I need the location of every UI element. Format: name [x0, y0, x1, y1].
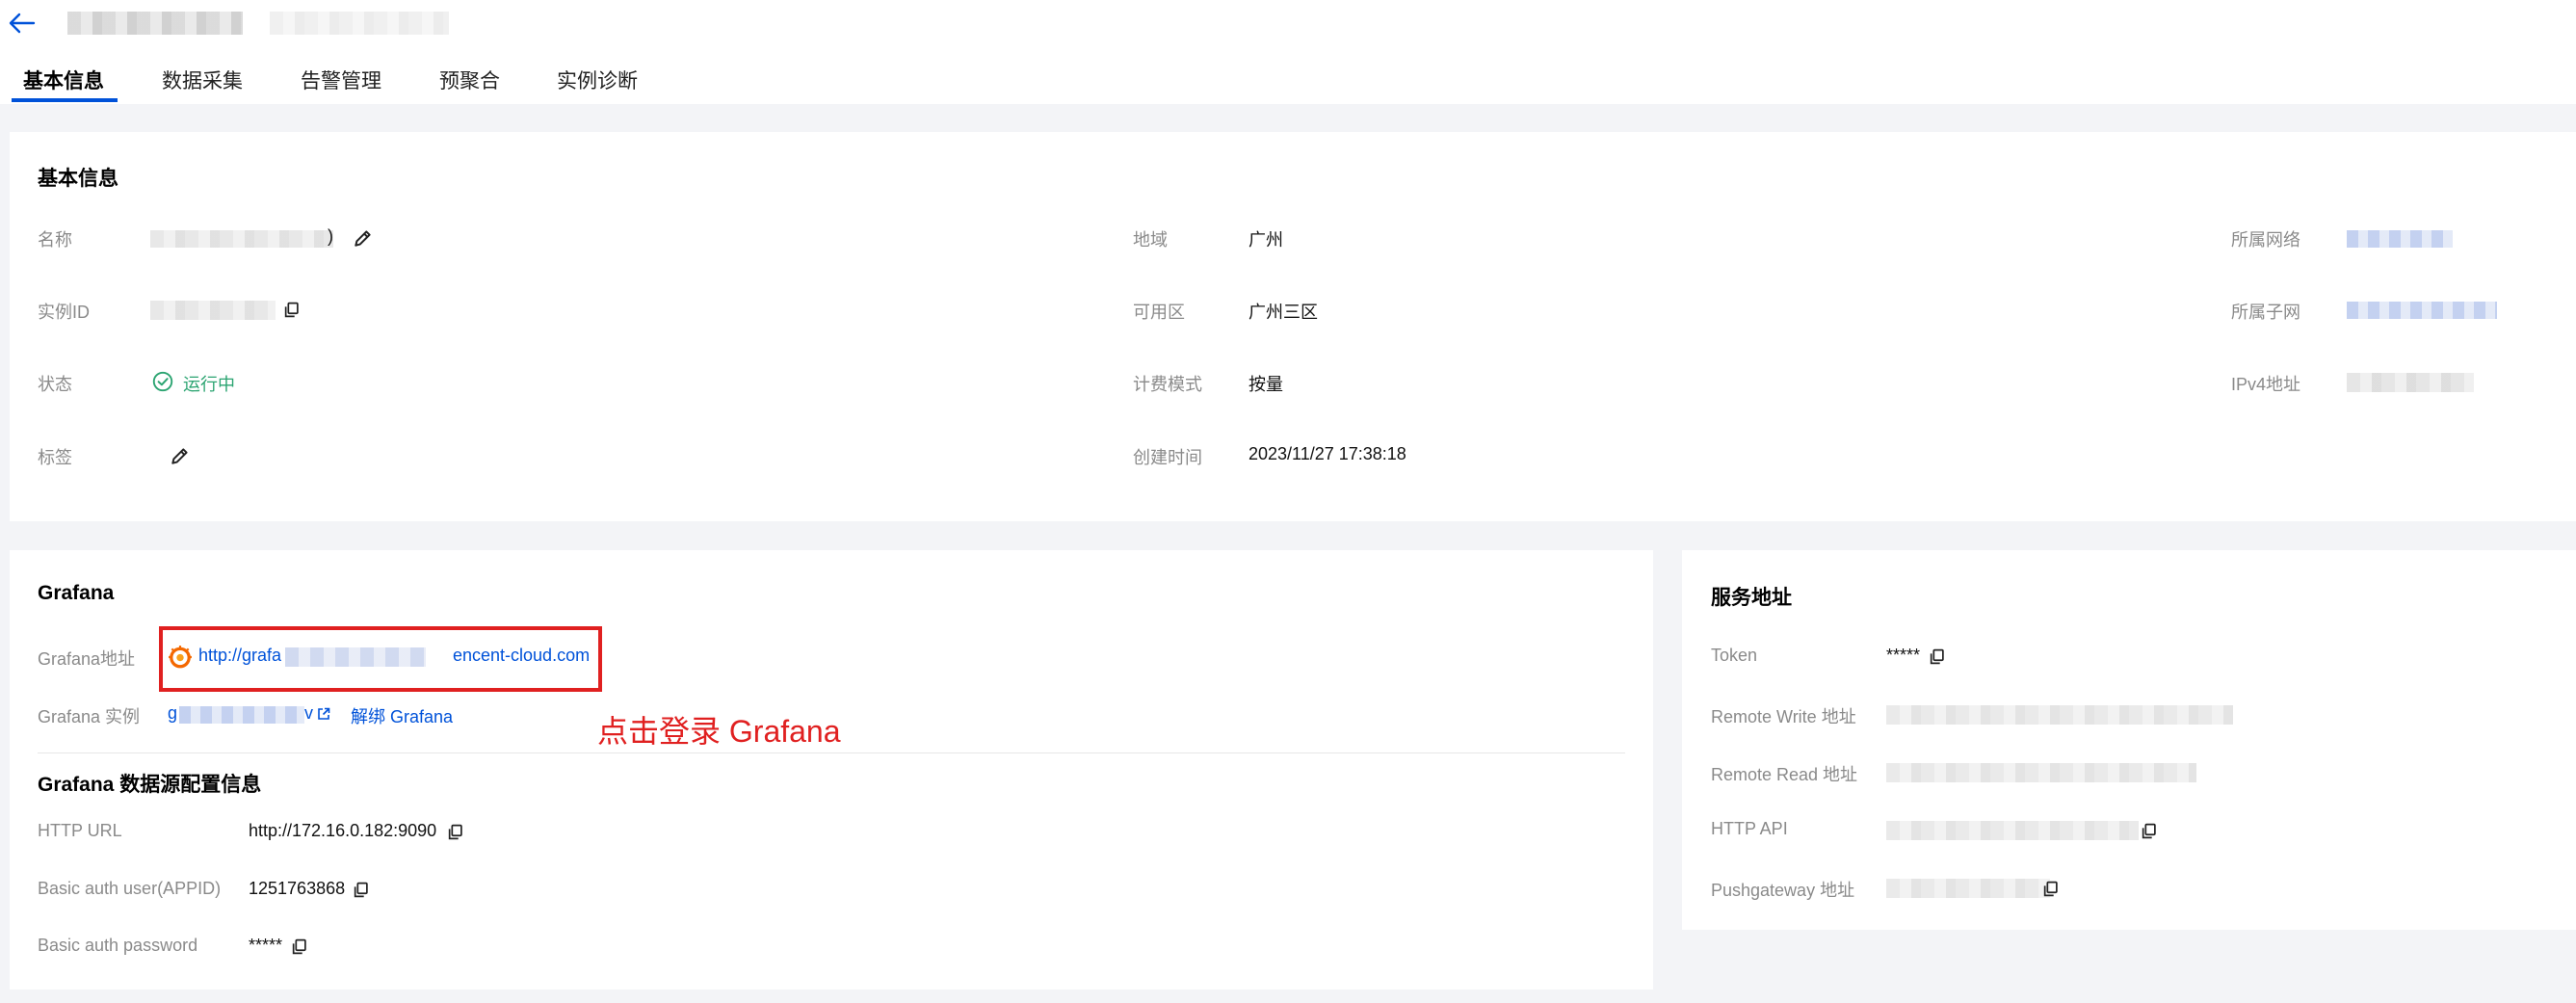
external-link-icon[interactable]: [316, 706, 331, 722]
tab-alert-management[interactable]: 告警管理: [301, 66, 381, 94]
instance-id-blurred: [270, 12, 449, 35]
basic-auth-user-value: 1251763868: [249, 879, 346, 898]
grafana-instance-label: Grafana 实例: [38, 707, 141, 726]
vpc-label: 所属网络: [2231, 230, 2300, 250]
vpc-value-blurred[interactable]: [2347, 230, 2453, 248]
name-value-suffix: ): [328, 226, 333, 246]
subnet-value-blurred[interactable]: [2347, 302, 2497, 319]
basic-auth-password-label: Basic auth password: [38, 936, 198, 955]
tab-basic-info[interactable]: 基本信息: [23, 66, 104, 94]
basic-info-card: 基本信息 名称 ) 实例ID 状态 运行中 标签 地域 广州 可用区 广州三区 …: [10, 132, 2576, 521]
tab-pre-aggregation[interactable]: 预聚合: [439, 66, 500, 94]
basic-info-title: 基本信息: [38, 168, 118, 190]
edit-name-icon[interactable]: [353, 227, 374, 249]
token-label: Token: [1711, 646, 1758, 665]
token-value: *****: [1886, 646, 1921, 665]
zone-label: 可用区: [1133, 303, 1185, 322]
tags-label: 标签: [38, 448, 72, 467]
grafana-instance-link-end[interactable]: v: [304, 703, 313, 724]
copy-http-api-icon[interactable]: [2141, 823, 2157, 839]
instance-id-value-blurred: [150, 301, 276, 320]
active-tab-indicator: [12, 98, 118, 102]
tab-instance-diagnosis[interactable]: 实例诊断: [557, 66, 638, 94]
grafana-datasource-title: Grafana 数据源配置信息: [38, 774, 262, 796]
status-running-icon: [152, 371, 173, 392]
region-value: 广州: [1249, 230, 1283, 250]
service-address-title: 服务地址: [1711, 587, 1792, 609]
status-value: 运行中: [183, 375, 235, 394]
unbind-grafana-link[interactable]: 解绑 Grafana: [351, 703, 453, 728]
zone-value: 广州三区: [1249, 303, 1318, 322]
grafana-card: Grafana Grafana地址 http://grafa encent-cl…: [10, 550, 1653, 990]
copy-basic-auth-password-icon[interactable]: [291, 938, 307, 955]
http-api-label: HTTP API: [1711, 819, 1788, 838]
top-bar: 基本信息 数据采集 告警管理 预聚合 实例诊断: [0, 0, 2576, 104]
billing-mode-value: 按量: [1249, 375, 1283, 394]
grafana-title: Grafana: [38, 582, 115, 604]
pushgateway-value-blurred: [1886, 879, 2050, 898]
grafana-instance-blurred[interactable]: [179, 706, 304, 724]
ipv4-label: IPv4地址: [2231, 375, 2301, 394]
name-label: 名称: [38, 230, 72, 250]
http-url-value: http://172.16.0.182:9090: [249, 821, 437, 840]
http-api-value-blurred: [1886, 821, 2139, 840]
grafana-address-label: Grafana地址: [38, 649, 136, 669]
copy-token-icon[interactable]: [1929, 648, 1945, 665]
created-time-value: 2023/11/27 17:38:18: [1249, 444, 1406, 463]
remote-read-value-blurred: [1886, 763, 2196, 782]
grafana-section-divider: [38, 752, 1625, 753]
login-grafana-annotation: 点击登录 Grafana: [597, 714, 841, 749]
status-label: 状态: [38, 375, 72, 394]
billing-mode-label: 计费模式: [1133, 375, 1202, 394]
remote-write-label: Remote Write 地址: [1711, 707, 1856, 726]
created-time-label: 创建时间: [1133, 448, 1202, 467]
back-arrow-icon[interactable]: [8, 11, 37, 36]
copy-basic-auth-user-icon[interactable]: [353, 882, 369, 898]
copy-pushgateway-icon[interactable]: [2042, 881, 2059, 897]
edit-tags-icon[interactable]: [170, 445, 191, 466]
basic-auth-user-label: Basic auth user(APPID): [38, 879, 222, 898]
region-label: 地域: [1133, 230, 1168, 250]
instance-name-blurred: [67, 12, 243, 35]
copy-http-url-icon[interactable]: [447, 824, 463, 840]
instance-id-label: 实例ID: [38, 303, 90, 322]
grafana-instance-link-start[interactable]: g: [168, 703, 177, 724]
name-value-blurred: [150, 230, 333, 248]
pushgateway-label: Pushgateway 地址: [1711, 881, 1855, 900]
service-address-card: 服务地址 Token ***** Remote Write 地址 Remote …: [1682, 550, 2576, 930]
copy-instance-id-icon[interactable]: [283, 302, 300, 318]
basic-auth-password-value: *****: [249, 936, 283, 955]
http-url-label: HTTP URL: [38, 821, 122, 840]
subnet-label: 所属子网: [2231, 303, 2300, 322]
tab-data-collection[interactable]: 数据采集: [162, 66, 243, 94]
remote-write-value-blurred: [1886, 705, 2233, 725]
remote-read-label: Remote Read 地址: [1711, 765, 1858, 784]
grafana-address-highlight: [159, 626, 602, 692]
ipv4-value-blurred: [2347, 373, 2474, 392]
